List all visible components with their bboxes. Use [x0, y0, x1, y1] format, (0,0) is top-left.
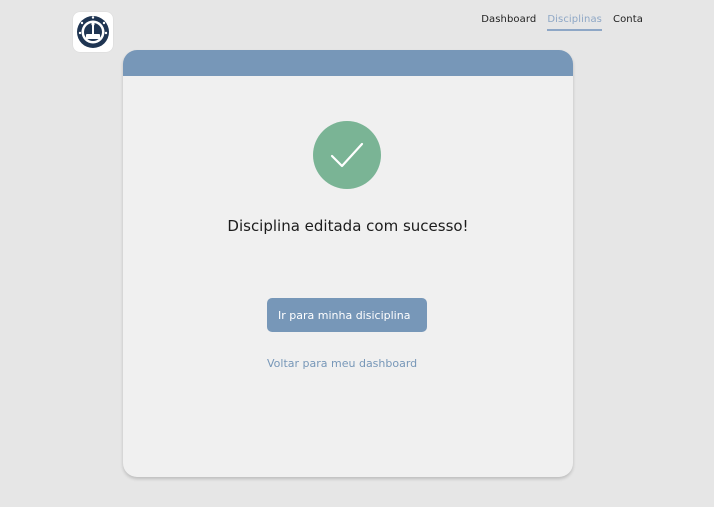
success-card: Disciplina editada com sucesso! Ir para … [123, 50, 573, 477]
success-message: Disciplina editada com sucesso! [227, 217, 469, 235]
go-to-discipline-button[interactable]: Ir para minha disiciplina [267, 298, 427, 332]
school-crest-logo-icon [77, 16, 109, 48]
checkmark-icon [330, 142, 364, 168]
top-nav: Dashboard Disciplinas Conta [481, 14, 643, 31]
back-to-dashboard-link[interactable]: Voltar para meu dashboard [267, 357, 417, 370]
success-badge [313, 121, 381, 189]
card-header-bar [123, 50, 573, 76]
nav-link-dashboard[interactable]: Dashboard [481, 14, 536, 31]
nav-link-disciplinas[interactable]: Disciplinas [547, 14, 602, 31]
school-logo[interactable] [73, 12, 113, 52]
nav-link-conta[interactable]: Conta [613, 14, 643, 31]
